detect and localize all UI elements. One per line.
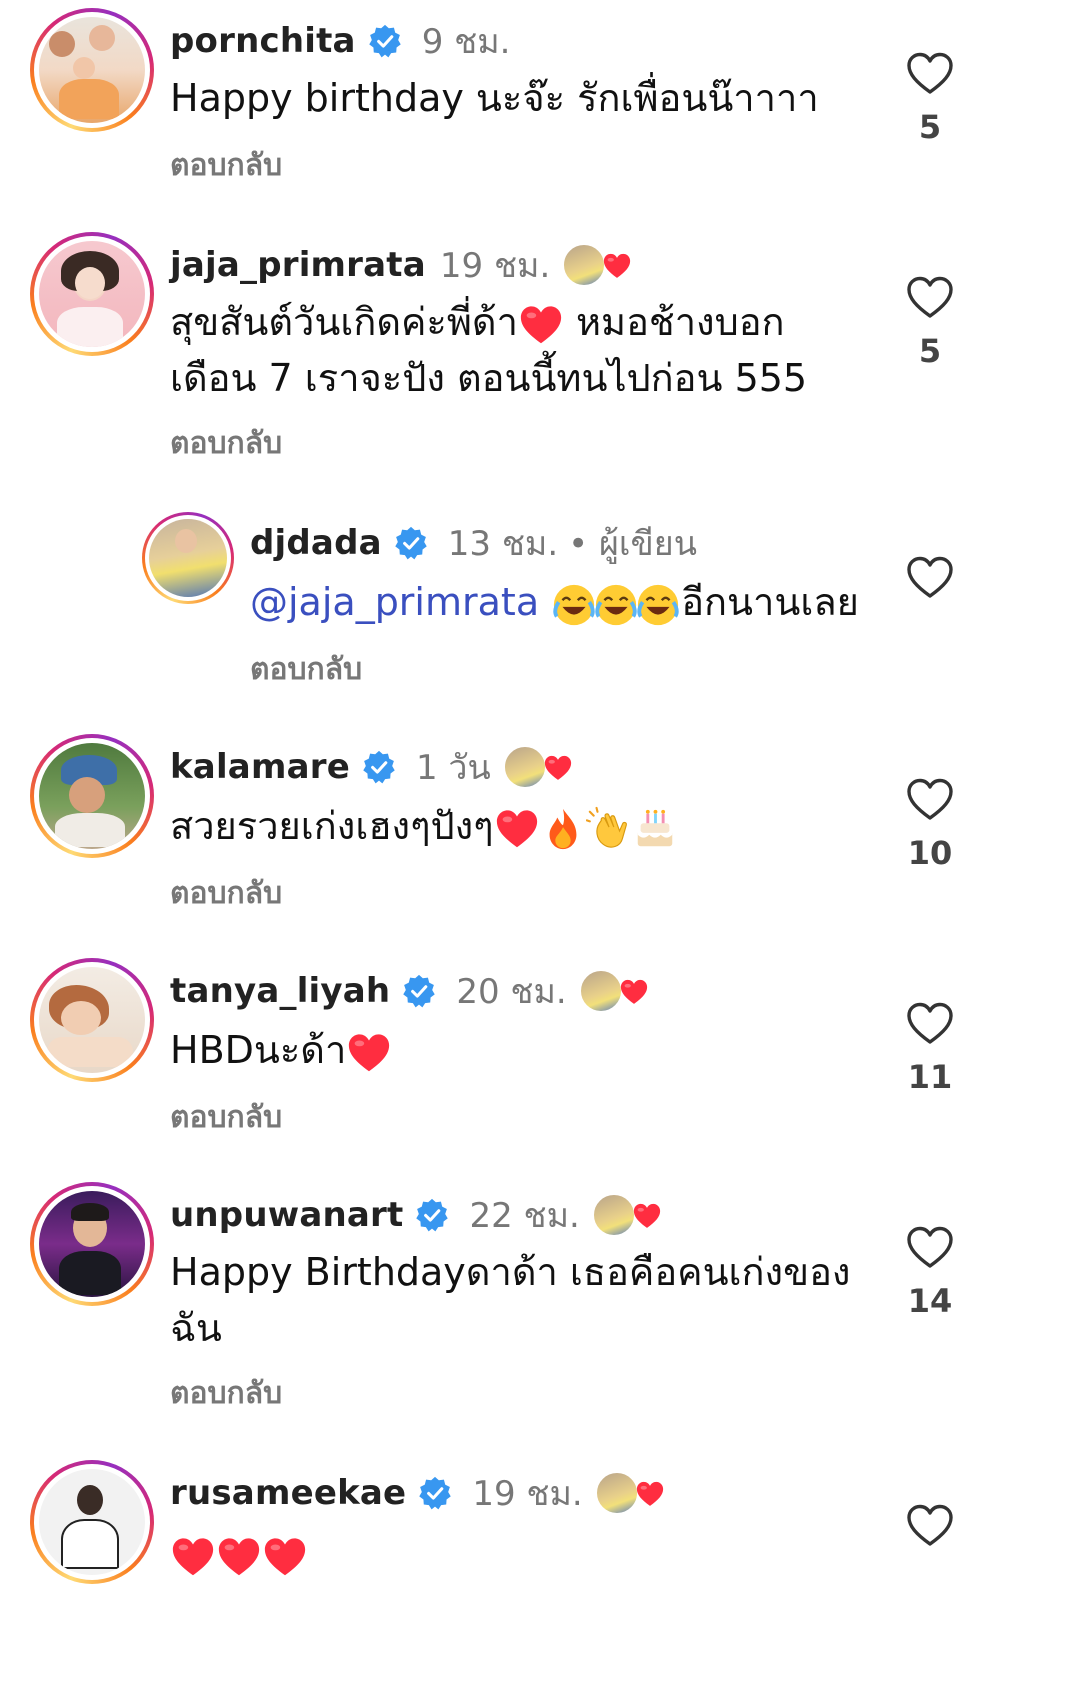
username[interactable]: unpuwanart bbox=[170, 1195, 403, 1235]
verified-badge-icon bbox=[402, 974, 436, 1008]
red-heart-icon bbox=[494, 806, 540, 852]
verified-badge-icon bbox=[362, 750, 396, 784]
comment-text-line: เดือน 7 เราจะปัง ตอนนี้ทนไปก่อน 555 bbox=[170, 356, 808, 400]
liked-by-author bbox=[578, 969, 651, 1013]
heart-outline-icon[interactable] bbox=[906, 554, 954, 602]
red-heart-icon bbox=[602, 251, 632, 281]
heart-outline-icon[interactable] bbox=[906, 1502, 954, 1550]
like-count: 11 bbox=[907, 1058, 953, 1096]
red-heart-icon bbox=[543, 753, 573, 783]
comment-text-main: HBDนะด้า bbox=[170, 1028, 347, 1072]
liked-by-author bbox=[594, 1471, 667, 1515]
heart-outline-icon[interactable] bbox=[906, 1000, 954, 1048]
red-heart-icon bbox=[518, 302, 564, 348]
like-count: 14 bbox=[907, 1282, 953, 1320]
verified-badge-icon bbox=[415, 1198, 449, 1232]
heart-outline-icon[interactable] bbox=[906, 1224, 954, 1272]
reply-button[interactable]: ตอบกลับ bbox=[170, 870, 282, 917]
reply-button[interactable]: ตอบกลับ bbox=[170, 1370, 282, 1417]
comment-text: @jaja_primrata อีกนานเลย bbox=[250, 574, 859, 630]
liked-by-author bbox=[591, 1193, 664, 1237]
author-tag: • ผู้เขียน bbox=[568, 524, 697, 564]
reply-button[interactable]: ตอบกลับ bbox=[250, 646, 362, 693]
username[interactable]: rusameekae bbox=[170, 1473, 406, 1513]
comment-text: Happy Birthdayดาด้า เธอคือคนเก่งของ ฉัน bbox=[170, 1244, 870, 1356]
verified-badge-icon bbox=[394, 526, 428, 560]
avatar[interactable] bbox=[30, 232, 154, 356]
liked-by-author bbox=[502, 745, 575, 789]
timestamp: 19 ชม. bbox=[439, 246, 551, 286]
avatar[interactable] bbox=[30, 8, 154, 132]
red-heart-icon bbox=[619, 977, 649, 1007]
comment-text bbox=[170, 1526, 308, 1582]
username[interactable]: jaja_primrata bbox=[170, 245, 426, 285]
avatar[interactable] bbox=[30, 1182, 154, 1306]
laughing-emoji-icon bbox=[551, 582, 597, 628]
red-heart-icon bbox=[216, 1534, 262, 1580]
timestamp: 9 ชม. bbox=[421, 22, 511, 62]
author-avatar bbox=[594, 1471, 639, 1515]
author-avatar bbox=[562, 243, 607, 287]
heart-outline-icon[interactable] bbox=[906, 776, 954, 824]
red-heart-icon bbox=[262, 1534, 308, 1580]
timestamp: 1 วัน bbox=[415, 748, 491, 788]
comment-text-line: Happy Birthdayดาด้า เธอคือคนเก่งของ bbox=[170, 1250, 851, 1294]
like-count: 5 bbox=[918, 108, 942, 146]
laughing-emoji-icon bbox=[593, 582, 639, 628]
comment-text-after: อีกนานเลย bbox=[681, 580, 859, 624]
username[interactable]: pornchita bbox=[170, 21, 356, 61]
avatar[interactable] bbox=[142, 512, 234, 604]
comment-text: สวยรวยเก่งเฮงๆปังๆ bbox=[170, 798, 678, 854]
verified-badge-icon bbox=[368, 24, 402, 58]
comment-text: HBDนะด้า bbox=[170, 1022, 392, 1078]
red-heart-icon bbox=[632, 1201, 662, 1231]
verified-badge-icon bbox=[418, 1476, 452, 1510]
comment-text-line: หมอช้างบอก bbox=[563, 300, 785, 344]
like-count: 5 bbox=[918, 332, 942, 370]
avatar[interactable] bbox=[30, 1460, 154, 1584]
avatar[interactable] bbox=[30, 958, 154, 1082]
timestamp: 13 ชม. bbox=[447, 524, 559, 564]
author-avatar bbox=[502, 745, 547, 789]
timestamp: 20 ชม. bbox=[456, 972, 567, 1012]
like-count: 10 bbox=[907, 834, 953, 872]
reply-button[interactable]: ตอบกลับ bbox=[170, 1094, 282, 1141]
comment-text-line: ฉัน bbox=[170, 1306, 222, 1350]
username[interactable]: kalamare bbox=[170, 747, 350, 787]
fire-emoji-icon bbox=[540, 806, 586, 852]
reply-button[interactable]: ตอบกลับ bbox=[170, 142, 282, 189]
comment-text-line: สุขสันต์วันเกิดค่ะพี่ด้า bbox=[170, 300, 518, 344]
timestamp: 19 ชม. bbox=[472, 1474, 583, 1514]
clapping-hands-emoji-icon bbox=[586, 806, 632, 852]
red-heart-icon bbox=[346, 1030, 392, 1076]
comment-text: สุขสันต์วันเกิดค่ะพี่ด้า หมอช้างบอก เดือ… bbox=[170, 294, 870, 406]
heart-outline-icon[interactable] bbox=[906, 274, 954, 322]
author-avatar bbox=[591, 1193, 636, 1237]
liked-by-author bbox=[562, 243, 634, 287]
red-heart-icon bbox=[635, 1479, 665, 1509]
author-avatar bbox=[578, 969, 623, 1013]
heart-outline-icon[interactable] bbox=[906, 50, 954, 98]
timestamp: 22 ชม. bbox=[469, 1196, 580, 1236]
red-heart-icon bbox=[170, 1534, 216, 1580]
birthday-cake-emoji-icon bbox=[632, 806, 678, 852]
comment-text-main: สวยรวยเก่งเฮงๆปังๆ bbox=[170, 804, 494, 848]
comment-text: Happy birthday นะจ๊ะ รักเพื่อนน๊าาาา bbox=[170, 76, 819, 120]
username[interactable]: djdada bbox=[250, 523, 382, 563]
mention-link[interactable]: @jaja_primrata bbox=[250, 580, 539, 624]
reply-button[interactable]: ตอบกลับ bbox=[170, 420, 282, 467]
avatar[interactable] bbox=[30, 734, 154, 858]
laughing-emoji-icon bbox=[635, 582, 681, 628]
username[interactable]: tanya_liyah bbox=[170, 971, 390, 1011]
